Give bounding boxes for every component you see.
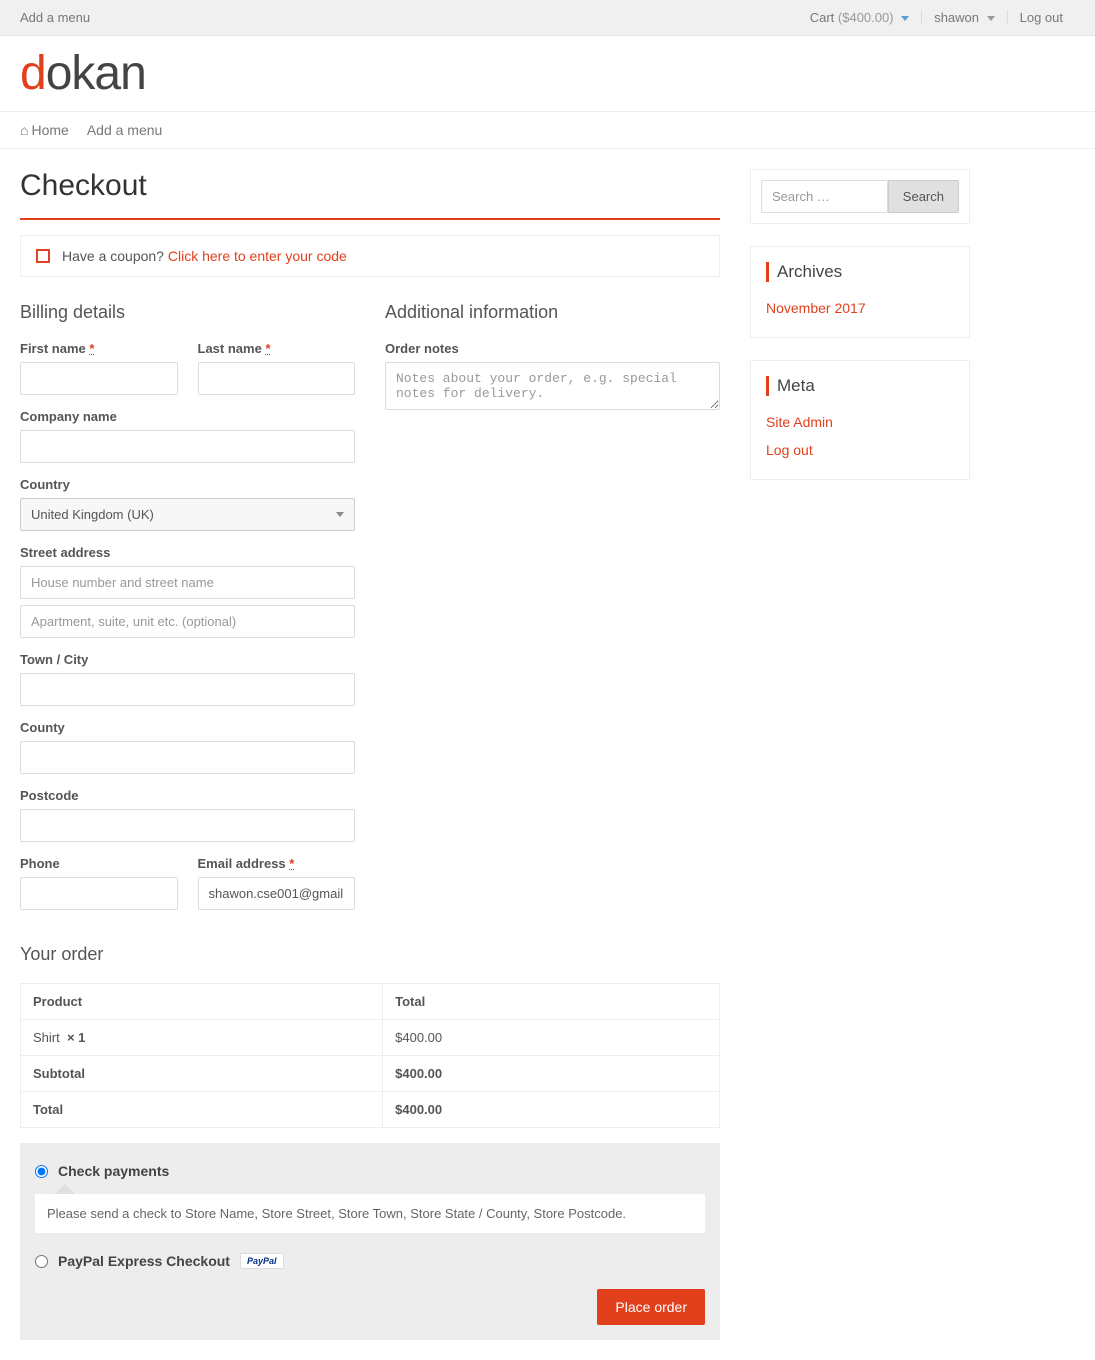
company-field[interactable] [20, 430, 355, 463]
nav-add-menu[interactable]: Add a menu [87, 122, 163, 138]
coupon-question: Have a coupon? [62, 248, 168, 264]
coupon-link[interactable]: Click here to enter your code [168, 248, 347, 264]
home-icon: ⌂ [20, 122, 28, 138]
coupon-icon [36, 249, 50, 263]
label-country: Country [20, 477, 355, 492]
street-field-2[interactable] [20, 605, 355, 638]
meta-link-logout[interactable]: Log out [766, 442, 813, 458]
cart-amount: ($400.00) [838, 10, 894, 25]
label-street: Street address [20, 545, 355, 560]
divider [20, 218, 720, 220]
site-logo[interactable]: dokan [20, 46, 1075, 101]
meta-link-site-admin[interactable]: Site Admin [766, 414, 833, 430]
table-row: Subtotal $400.00 [21, 1056, 720, 1092]
label-postcode: Postcode [20, 788, 355, 803]
user-menu[interactable]: shawon [921, 10, 1006, 25]
country-select[interactable]: United Kingdom (UK) [20, 498, 355, 531]
nav-bar: ⌂Home Add a menu [0, 111, 1095, 149]
search-button[interactable]: Search [888, 180, 959, 213]
topbar-left-link[interactable]: Add a menu [20, 10, 90, 25]
postcode-field[interactable] [20, 809, 355, 842]
first-name-field[interactable] [20, 362, 178, 395]
page-title: Checkout [20, 169, 720, 203]
meta-title: Meta [766, 376, 954, 396]
caret-down-icon [901, 16, 909, 21]
radio-paypal[interactable] [35, 1255, 48, 1268]
payment-box: Check payments Please send a check to St… [20, 1143, 720, 1340]
place-order-button[interactable]: Place order [597, 1289, 705, 1325]
th-product: Product [21, 984, 383, 1020]
label-first-name: First name * [20, 341, 178, 356]
billing-heading: Billing details [20, 302, 355, 323]
label-order-notes: Order notes [385, 341, 720, 356]
phone-field[interactable] [20, 877, 178, 910]
label-company: Company name [20, 409, 355, 424]
order-notes-field[interactable] [385, 362, 720, 410]
payment-option-paypal[interactable]: PayPal Express Checkout PayPal [35, 1248, 705, 1274]
table-row: Total $400.00 [21, 1092, 720, 1128]
label-last-name: Last name * [198, 341, 356, 356]
payment-option-check[interactable]: Check payments [35, 1158, 705, 1184]
nav-home[interactable]: ⌂Home [20, 122, 69, 138]
table-row: Shirt × 1 $400.00 [21, 1020, 720, 1056]
archives-title: Archives [766, 262, 954, 282]
email-field[interactable] [198, 877, 356, 910]
paypal-icon: PayPal [240, 1253, 284, 1269]
order-table: Product Total Shirt × 1 $400.00 Subtotal… [20, 983, 720, 1128]
your-order-heading: Your order [20, 944, 720, 965]
search-widget: Search [750, 169, 970, 224]
label-phone: Phone [20, 856, 178, 871]
payment-check-desc: Please send a check to Store Name, Store… [35, 1194, 705, 1233]
additional-heading: Additional information [385, 302, 720, 323]
caret-down-icon [987, 16, 995, 21]
cart-link[interactable]: Cart ($400.00) [798, 10, 921, 25]
chevron-down-icon [336, 512, 344, 517]
search-input[interactable] [761, 180, 888, 213]
label-email: Email address * [198, 856, 356, 871]
street-field-1[interactable] [20, 566, 355, 599]
coupon-notice: Have a coupon? Click here to enter your … [20, 235, 720, 277]
topbar: Add a menu Cart ($400.00) shawon Log out [0, 0, 1095, 36]
meta-widget: Meta Site Admin Log out [750, 360, 970, 480]
town-field[interactable] [20, 673, 355, 706]
radio-check-payments[interactable] [35, 1165, 48, 1178]
logo-area: dokan [0, 36, 1095, 111]
last-name-field[interactable] [198, 362, 356, 395]
th-total: Total [383, 984, 720, 1020]
archive-link[interactable]: November 2017 [766, 300, 866, 316]
label-town: Town / City [20, 652, 355, 667]
archives-widget: Archives November 2017 [750, 246, 970, 338]
label-county: County [20, 720, 355, 735]
county-field[interactable] [20, 741, 355, 774]
logout-link[interactable]: Log out [1007, 10, 1075, 25]
